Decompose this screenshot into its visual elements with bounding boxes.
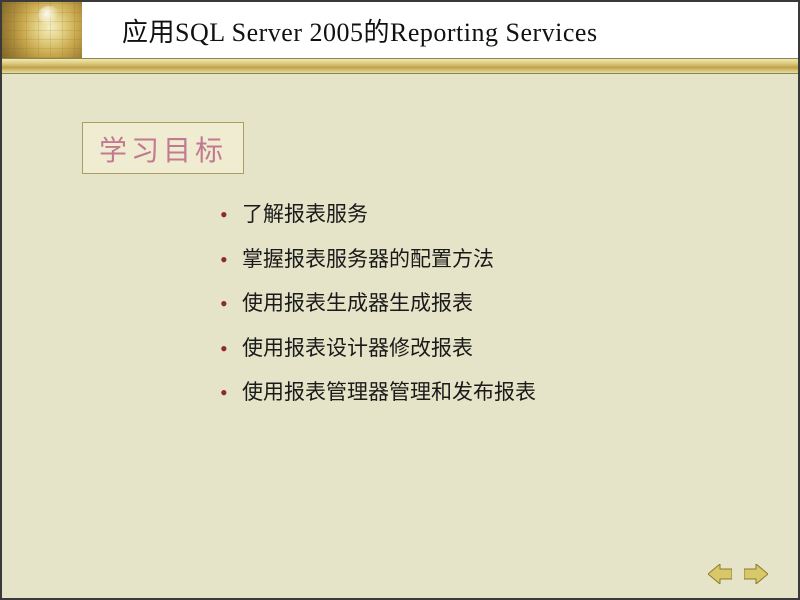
section-label-box: 学习目标 xyxy=(82,122,244,174)
title-bar: 应用SQL Server 2005的Reporting Services xyxy=(2,2,798,59)
globe-icon xyxy=(2,2,82,58)
next-arrow-icon[interactable] xyxy=(744,564,768,584)
objectives-list: 了解报表服务 掌握报表服务器的配置方法 使用报表生成器生成报表 使用报表设计器修… xyxy=(220,198,758,421)
slide-title: 应用SQL Server 2005的Reporting Services xyxy=(82,12,598,49)
list-item: 使用报表生成器生成报表 xyxy=(220,287,758,320)
section-label: 学习目标 xyxy=(99,136,227,167)
prev-arrow-icon[interactable] xyxy=(708,564,732,584)
list-item: 了解报表服务 xyxy=(220,198,758,231)
list-item: 掌握报表服务器的配置方法 xyxy=(220,243,758,276)
divider-bar xyxy=(2,59,798,74)
slide: 应用SQL Server 2005的Reporting Services 学习目… xyxy=(0,0,800,600)
list-item: 使用报表管理器管理和发布报表 xyxy=(220,376,758,409)
list-item: 使用报表设计器修改报表 xyxy=(220,332,758,365)
nav-arrows xyxy=(708,564,768,584)
